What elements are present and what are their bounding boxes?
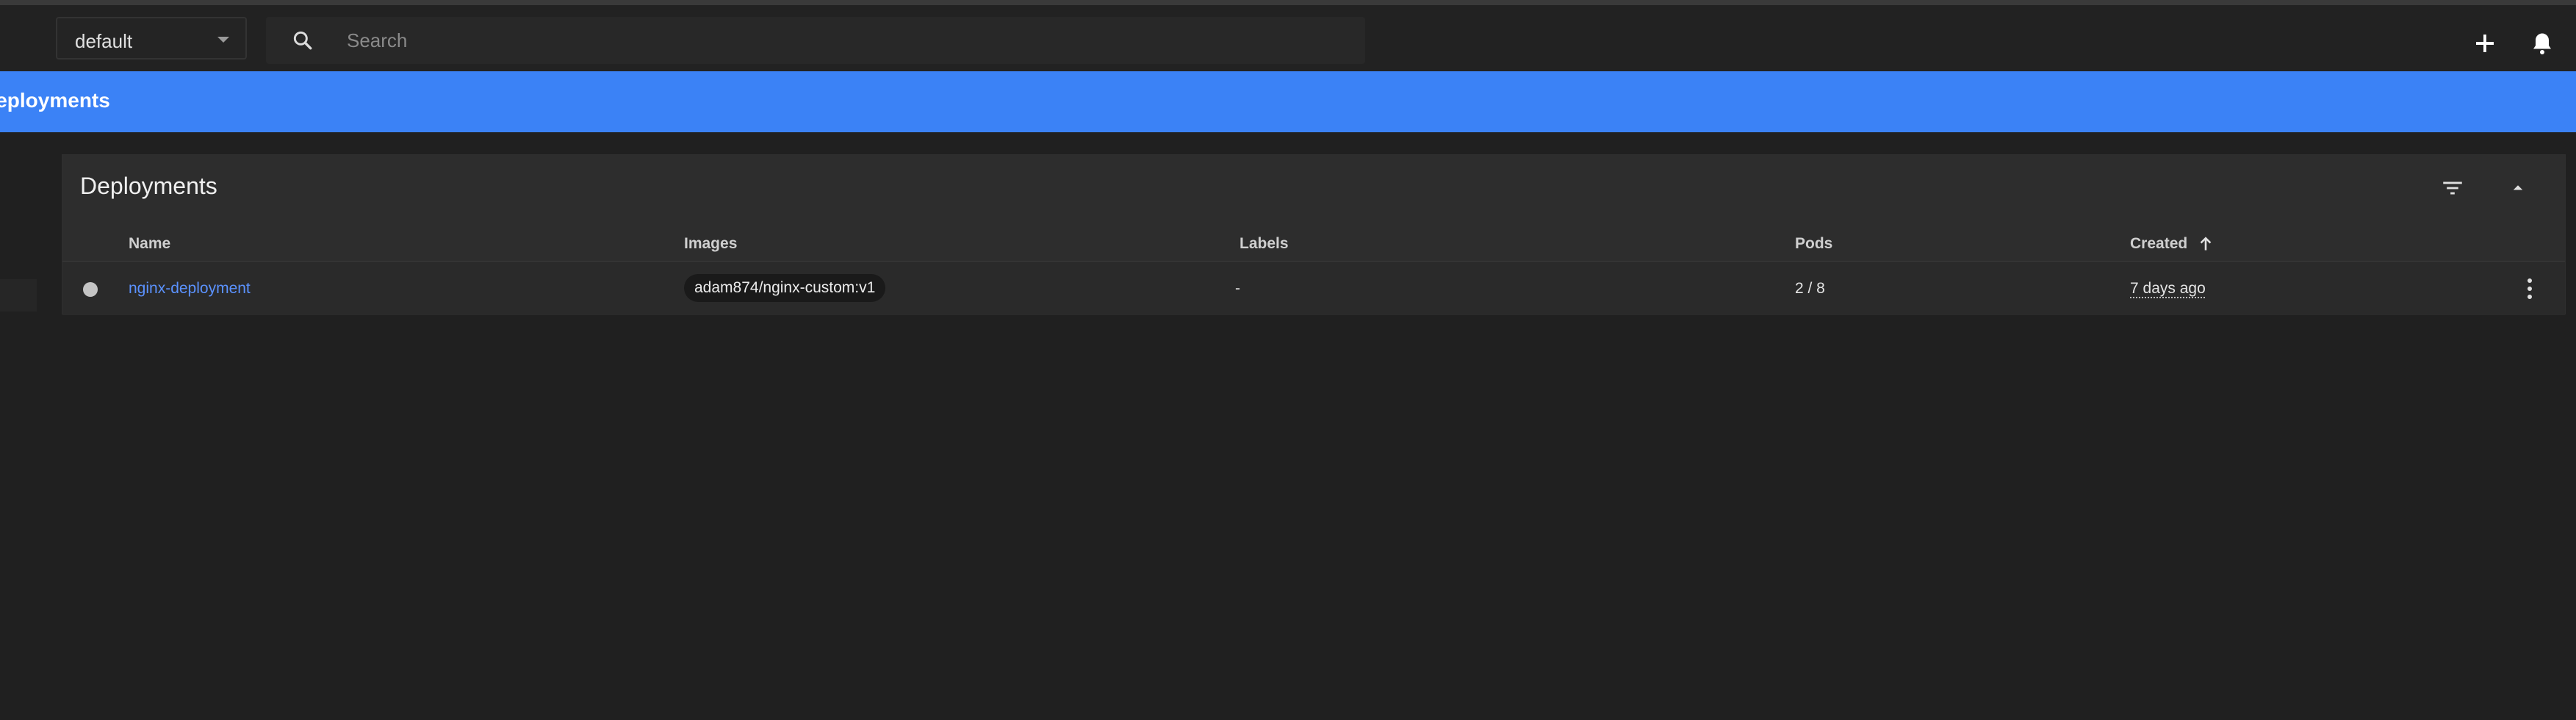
row-actions-icon[interactable] [2521, 276, 2539, 302]
labels-cell: - [1235, 280, 1240, 297]
namespace-value: default [75, 30, 133, 52]
column-header-created[interactable]: Created [2130, 235, 2212, 253]
filter-button[interactable] [2435, 170, 2470, 206]
window-top-strip [0, 0, 2576, 5]
column-header-images[interactable]: Images [684, 235, 737, 253]
table-row[interactable]: nginx-deployment adam874/nginx-custom:v1… [62, 262, 2565, 315]
collapse-button[interactable] [2500, 170, 2536, 206]
table-header-row: Name Images Labels Pods Created [62, 225, 2565, 262]
card-title: Deployments [80, 173, 217, 199]
sort-ascending-icon [2200, 237, 2212, 251]
sidebar-fragment [0, 279, 37, 312]
created-cell: 7 days ago [2130, 280, 2206, 297]
namespace-select[interactable]: default [56, 17, 247, 60]
column-header-created-label: Created [2130, 235, 2188, 252]
pods-cell: 2 / 8 [1795, 280, 1825, 297]
page-banner: Deployments [0, 71, 2576, 132]
status-indicator [83, 282, 98, 297]
collapse-icon [2513, 185, 2523, 190]
bell-icon[interactable] [2529, 30, 2555, 57]
search-bar[interactable] [266, 17, 1365, 64]
column-header-pods[interactable]: Pods [1795, 235, 1832, 253]
card-header: Deployments Name Images Labels Pods Crea… [62, 155, 2565, 262]
image-chip: adam874/nginx-custom:v1 [684, 274, 886, 302]
search-icon [293, 31, 312, 50]
filter-icon [2443, 181, 2462, 195]
deployment-name-link[interactable]: nginx-deployment [129, 280, 251, 298]
chevron-down-icon [217, 37, 229, 43]
add-icon[interactable] [2472, 30, 2498, 57]
page-title: Deployments [0, 89, 110, 112]
column-header-labels[interactable]: Labels [1240, 235, 1289, 253]
column-header-name[interactable]: Name [129, 235, 170, 253]
toolbar: default [0, 5, 2576, 71]
search-input[interactable] [345, 24, 1345, 57]
deployments-card: Deployments Name Images Labels Pods Crea… [62, 154, 2566, 315]
